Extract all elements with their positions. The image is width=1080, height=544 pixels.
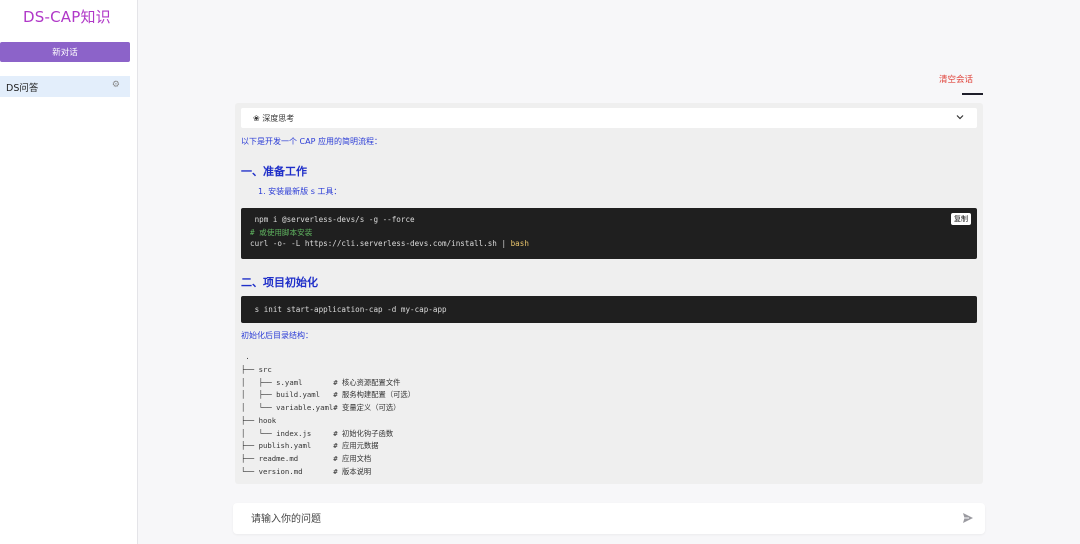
tree-line: │ └── index.js # 初始化钩子函数 [241,429,394,438]
sidebar: DS-CAP知识 新对话 DS问答 ⚙ [0,0,138,544]
session-item-label: DS问答 [6,82,39,94]
code-line: npm i @serverless-devs/s -g --force [250,215,415,224]
code-comment: # 或使用脚本安装 [250,228,313,237]
code-line-curl: curl -o- -L https://cli.serverless-devs.… [250,239,529,248]
tree-line: ├── src [241,365,272,374]
tree-line: │ ├── s.yaml # 核心资源配置文件 [241,378,401,387]
code-keyword-bash: bash [510,239,529,248]
deep-think-label: ❀ 深度思考 [253,113,295,123]
section1-title: 一、准备工作 [241,165,307,178]
tree-line: . [241,352,250,361]
section2-title: 二、项目初始化 [241,276,318,289]
code-block-install: npm i @serverless-devs/s -g --force # 或使… [241,208,977,259]
send-button[interactable] [961,512,975,526]
send-icon [963,513,973,523]
intro-text: 以下是开发一个 CAP 应用的简明流程： [241,137,382,146]
chat-input-box [233,503,985,534]
assistant-message: ❀ 深度思考 以下是开发一个 CAP 应用的简明流程： 一、准备工作 1. 安装… [235,103,983,484]
main-panel: 清空会话 ❀ 深度思考 以下是开发一个 CAP 应用的简明流程： 一、准备工作 … [139,0,1080,544]
tree-line: │ └── variable.yaml# 变量定义（可选） [241,403,401,412]
code-block-init: s init start-application-cap -d my-cap-a… [241,296,977,323]
step1-text: 1. 安装最新版 s 工具： [258,187,342,196]
chevron-down-icon [956,115,964,120]
copy-button[interactable]: 复制 [951,213,971,225]
deep-think-toggle[interactable]: ❀ 深度思考 [241,108,977,128]
tree-line: ├── readme.md # 应用文档 [241,454,372,463]
code-line-curl-text: curl -o- -L https://cli.serverless-devs.… [250,239,511,248]
tree-line: └── version.md # 版本说明 [241,467,372,476]
tree-line: ├── hook [241,416,277,425]
tree-intro-text: 初始化后目录结构： [241,331,313,340]
code-line: s init start-application-cap -d my-cap-a… [250,305,447,314]
app-title: DS-CAP知识 [23,8,111,26]
question-input[interactable] [251,511,931,527]
clear-underline-divider [962,93,983,95]
new-chat-button[interactable]: 新对话 [0,42,130,62]
session-item[interactable]: DS问答 ⚙ [0,76,130,97]
clear-session-button[interactable]: 清空会话 [939,73,973,85]
tree-line: ├── publish.yaml # 应用元数据 [241,441,379,450]
tree-line: │ ├── build.yaml # 服务构建配置（可选） [241,390,416,399]
gear-icon[interactable]: ⚙ [112,80,120,90]
